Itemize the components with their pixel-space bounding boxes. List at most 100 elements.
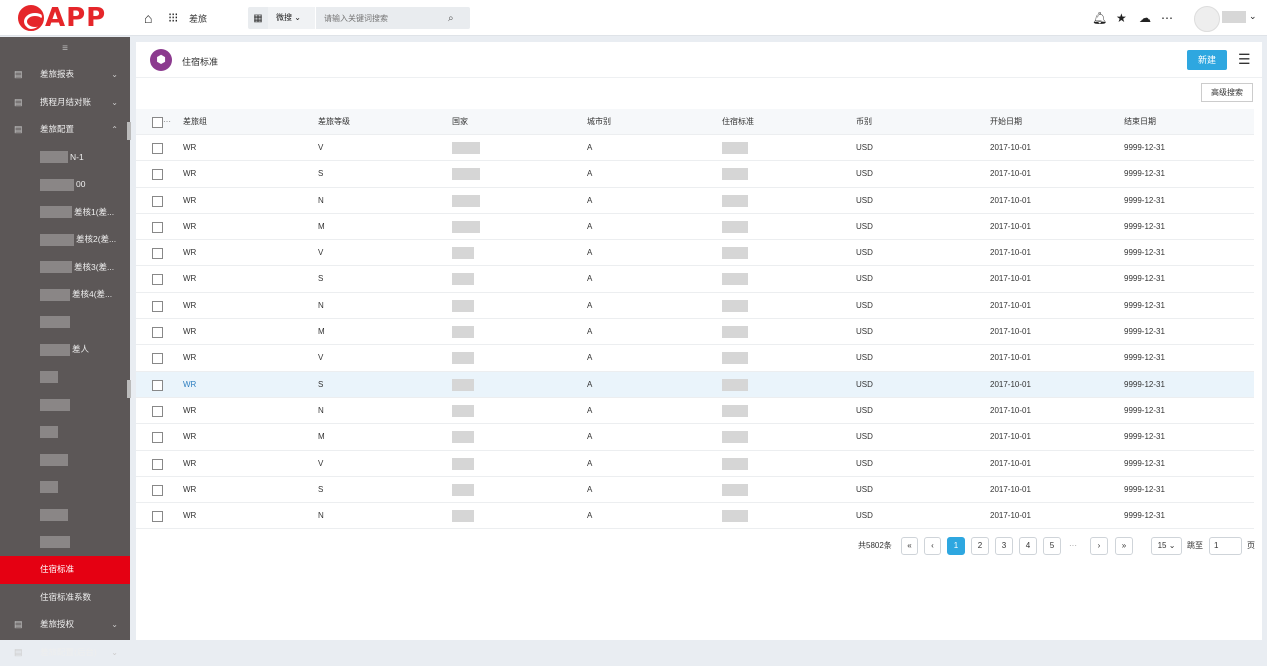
table-row[interactable]: WRSAUSD2017-10-019999-12-31 (136, 161, 1254, 187)
sidebar-scroll-handle[interactable] (127, 380, 131, 398)
page-button[interactable]: 3 (995, 537, 1013, 555)
cell-start: 2017-10-01 (990, 293, 1031, 319)
search-scope-select[interactable]: 微搜 ⌄ (268, 7, 316, 29)
sidebar-sub-item[interactable] (0, 309, 130, 337)
more-icon[interactable]: ⋯ (1161, 11, 1173, 25)
sidebar-sub-item[interactable]: 差核3(差... (0, 254, 130, 282)
sidebar-sub-item[interactable]: 差人 (0, 336, 130, 364)
table-row[interactable]: WRSAUSD2017-10-019999-12-31 (136, 477, 1254, 503)
sidebar-sub-item[interactable] (0, 529, 130, 557)
apps-grid-icon[interactable]: ⁝⁝⁝ (168, 10, 177, 26)
table-row[interactable]: WRNAUSD2017-10-019999-12-31 (136, 398, 1254, 424)
row-checkbox[interactable] (152, 222, 163, 233)
sidebar-sub-item[interactable] (0, 419, 130, 447)
cell-group: WR (183, 372, 196, 398)
row-checkbox[interactable] (152, 143, 163, 154)
avatar[interactable] (1194, 6, 1220, 32)
sidebar-item-lodging-coefficient[interactable]: 住宿标准系数 (0, 584, 130, 612)
row-checkbox[interactable] (152, 274, 163, 285)
new-button[interactable]: 新建 (1187, 50, 1227, 70)
table-row[interactable]: WRSAUSD2017-10-019999-12-31 (136, 266, 1254, 292)
search-input[interactable] (316, 14, 444, 23)
page-button[interactable]: 2 (971, 537, 989, 555)
table-row[interactable]: WRMAUSD2017-10-019999-12-31 (136, 424, 1254, 450)
row-checkbox[interactable] (152, 432, 163, 443)
column-header[interactable]: 开始日期 (990, 109, 1022, 135)
prev-page-button[interactable]: ‹ (924, 537, 941, 555)
chevron-down-icon[interactable]: ⌄ (1249, 11, 1257, 22)
sidebar-sub-item[interactable] (0, 501, 130, 529)
column-header[interactable]: 币别 (856, 109, 872, 135)
column-header[interactable]: 城市别 (587, 109, 611, 135)
row-checkbox[interactable] (152, 380, 163, 391)
next-page-button[interactable]: › (1090, 537, 1108, 555)
sidebar-item-ctrip-reconcile[interactable]: ▤ 携程月结对账 ⌄ (0, 89, 130, 117)
sidebar-sub-item[interactable]: 00 (0, 171, 130, 199)
page-ellipsis[interactable]: ··· (1069, 537, 1077, 555)
select-all-checkbox[interactable] (152, 117, 163, 128)
page-button[interactable]: 1 (947, 537, 965, 555)
row-checkbox[interactable] (152, 327, 163, 338)
page-size-select[interactable]: 15 ⌄ (1151, 537, 1182, 555)
goto-page-input[interactable]: 1 (1209, 537, 1242, 555)
user-name-redacted[interactable] (1222, 11, 1246, 23)
row-checkbox[interactable] (152, 485, 163, 496)
sidebar-item-travel-auth[interactable]: ▤ 差旅授权 ⌄ (0, 611, 130, 639)
table-row[interactable]: WRNAUSD2017-10-019999-12-31 (136, 188, 1254, 214)
column-header[interactable]: 结束日期 (1124, 109, 1156, 135)
page-button[interactable]: 4 (1019, 537, 1037, 555)
table-row[interactable]: WRNAUSD2017-10-019999-12-31 (136, 293, 1254, 319)
select-all-dropdown[interactable]: ⋯ (163, 109, 171, 135)
column-header[interactable]: 住宿标准 (722, 109, 754, 135)
sidebar-sub-item[interactable] (0, 364, 130, 392)
row-checkbox[interactable] (152, 406, 163, 417)
column-header[interactable]: 国家 (452, 109, 468, 135)
sidebar-item-travel-config-backend[interactable]: ▤ 差旅配置(后台) ⌄ (0, 639, 130, 666)
search-icon[interactable]: ⌕ (448, 13, 454, 24)
home-icon[interactable]: ⌂ (144, 10, 152, 26)
advanced-search-button[interactable]: 高级搜索 (1201, 83, 1253, 102)
app-logo[interactable]: APP (18, 5, 106, 31)
sidebar-sub-item[interactable] (0, 474, 130, 502)
table-row[interactable]: WRVAUSD2017-10-019999-12-31 (136, 345, 1254, 371)
sidebar-sub-item[interactable] (0, 446, 130, 474)
sidebar-sub-item[interactable]: N-1 (0, 144, 130, 172)
table-row[interactable]: WRMAUSD2017-10-019999-12-31 (136, 214, 1254, 240)
sidebar-sub-item[interactable] (0, 391, 130, 419)
redacted-cell (452, 221, 480, 233)
first-page-button[interactable]: « (901, 537, 918, 555)
cell-currency: USD (856, 451, 873, 477)
row-checkbox[interactable] (152, 511, 163, 522)
table-row[interactable]: WRVAUSD2017-10-019999-12-31 (136, 135, 1254, 161)
page-unit-label: 页 (1247, 537, 1255, 555)
row-checkbox[interactable] (152, 196, 163, 207)
table-row[interactable]: WRNAUSD2017-10-019999-12-31 (136, 503, 1254, 529)
table-row[interactable]: WRVAUSD2017-10-019999-12-31 (136, 451, 1254, 477)
sidebar-scroll-handle[interactable] (127, 122, 131, 140)
list-view-icon[interactable]: ☰ (1238, 51, 1251, 68)
last-page-button[interactable]: » (1115, 537, 1133, 555)
table-row[interactable]: WRMAUSD2017-10-019999-12-31 (136, 319, 1254, 345)
sidebar-sub-item[interactable]: 差核2(差... (0, 226, 130, 254)
table-row[interactable]: WRSAUSD2017-10-019999-12-31 (136, 372, 1254, 398)
sidebar-item-lodging-standard[interactable]: 住宿标准 (0, 556, 130, 584)
sidebar-sub-item[interactable]: 差核4(差... (0, 281, 130, 309)
category-icon[interactable]: ▦ (248, 13, 268, 24)
bell-icon[interactable]: 🔔︎ (1092, 11, 1107, 25)
collapse-menu-icon[interactable]: ≡ (0, 37, 130, 61)
sidebar-item-travel-reports[interactable]: ▤ 差旅报表 ⌄ (0, 61, 130, 89)
column-header[interactable]: 差旅等级 (318, 109, 350, 135)
sidebar-item-travel-config[interactable]: ▤ 差旅配置 ⌃ (0, 116, 130, 144)
row-checkbox[interactable] (152, 353, 163, 364)
row-checkbox[interactable] (152, 248, 163, 259)
row-checkbox[interactable] (152, 169, 163, 180)
row-checkbox[interactable] (152, 301, 163, 312)
table-row[interactable]: WRVAUSD2017-10-019999-12-31 (136, 240, 1254, 266)
cloud-icon[interactable]: ☁ (1139, 11, 1151, 25)
column-header[interactable]: 差旅组 (183, 109, 207, 135)
star-icon[interactable]: ★ (1116, 11, 1127, 25)
row-checkbox[interactable] (152, 459, 163, 470)
page-button[interactable]: 5 (1043, 537, 1061, 555)
module-name[interactable]: 差旅 (189, 12, 207, 25)
sidebar-sub-item[interactable]: 差核1(差... (0, 199, 130, 227)
